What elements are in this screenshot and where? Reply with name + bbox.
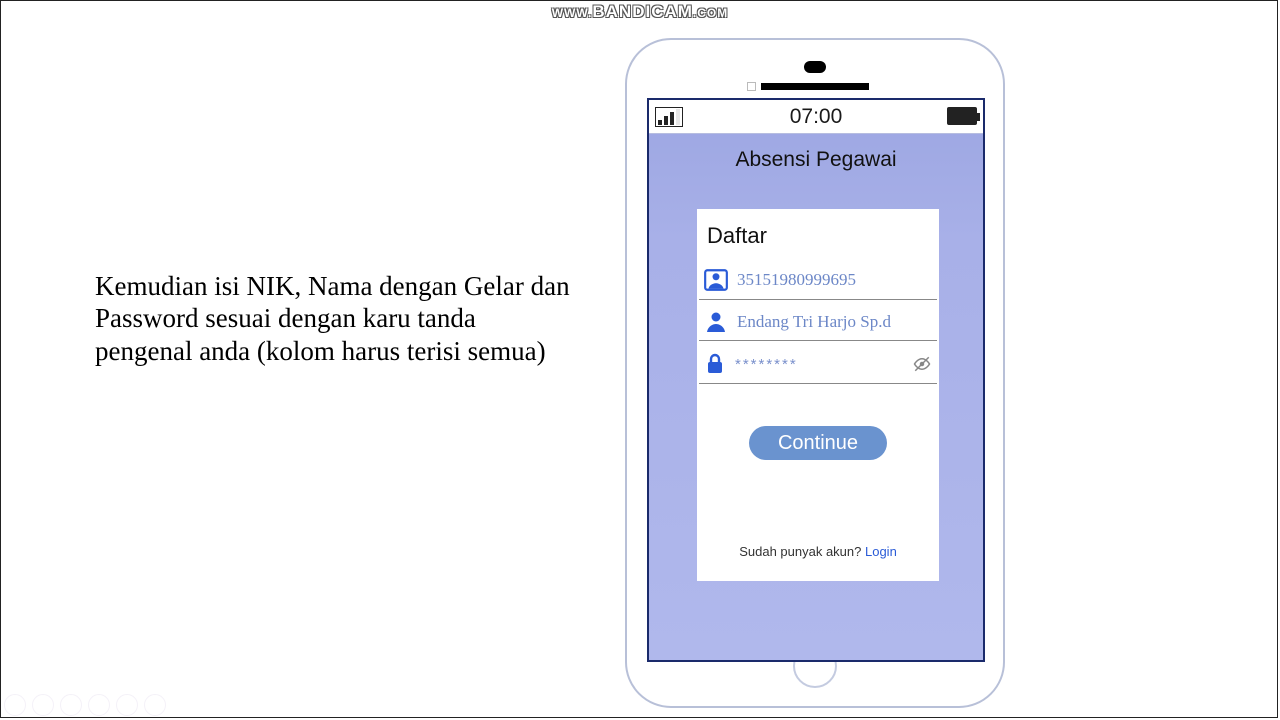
presenter-next-icon[interactable]: [32, 694, 54, 716]
nik-value: 35151980999695: [737, 270, 856, 290]
presenter-screen-icon[interactable]: [88, 694, 110, 716]
name-value: Endang Tri Harjo Sp.d: [737, 312, 891, 332]
phone-screen: 07:00 Absensi Pegawai Daftar 35151980999…: [647, 98, 985, 662]
presenter-controls: [4, 694, 166, 716]
presenter-pen-icon[interactable]: [60, 694, 82, 716]
login-link[interactable]: Login: [865, 544, 897, 559]
form-title: Daftar: [697, 209, 939, 257]
phone-mockup: 07:00 Absensi Pegawai Daftar 35151980999…: [625, 38, 1005, 708]
name-field[interactable]: Endang Tri Harjo Sp.d: [699, 306, 937, 341]
signal-icon: [655, 107, 683, 127]
continue-button[interactable]: Continue: [749, 426, 887, 460]
clock: 07:00: [790, 105, 843, 129]
presenter-zoom-icon[interactable]: [116, 694, 138, 716]
status-bar: 07:00: [649, 100, 983, 134]
footer-text: Sudah punyak akun?: [739, 544, 865, 559]
lock-icon: [703, 351, 727, 377]
user-icon: [703, 310, 729, 334]
eye-off-icon[interactable]: [911, 355, 933, 373]
password-field[interactable]: ********: [699, 347, 937, 384]
presenter-more-icon[interactable]: [144, 694, 166, 716]
battery-icon: [947, 107, 977, 125]
phone-camera: [804, 61, 826, 73]
presenter-prev-icon[interactable]: [4, 694, 26, 716]
nik-field[interactable]: 35151980999695: [699, 263, 937, 300]
bandicam-watermark: WWW.BANDICAM.COM: [552, 2, 729, 22]
phone-earpiece: [761, 83, 869, 90]
phone-sensor: [747, 82, 756, 91]
id-card-icon: [703, 267, 729, 293]
instruction-text: Kemudian isi NIK, Nama dengan Gelar dan …: [95, 270, 575, 367]
register-card: Daftar 35151980999695 Endang Tri Harjo S…: [697, 209, 939, 581]
login-prompt: Sudah punyak akun? Login: [697, 544, 939, 559]
password-value: ********: [735, 356, 798, 373]
app-title: Absensi Pegawai: [649, 148, 983, 172]
